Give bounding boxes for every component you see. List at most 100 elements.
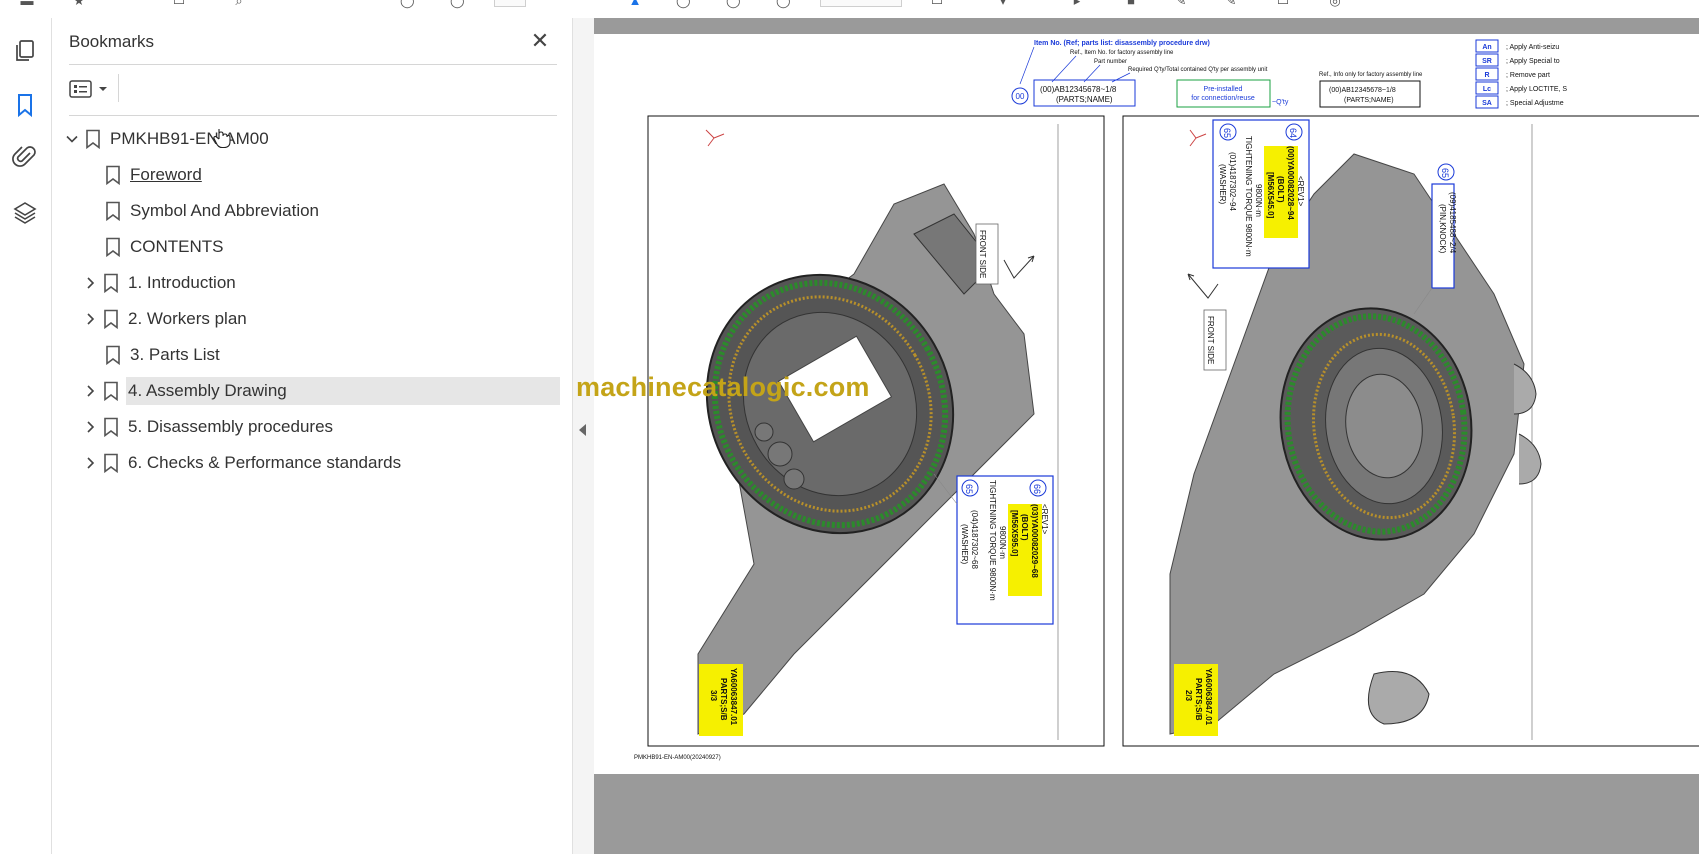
svg-text:9800N·m: 9800N·m: [998, 526, 1007, 559]
highlight-icon[interactable]: ■: [1124, 0, 1138, 8]
close-panel-button[interactable]: ✕: [529, 30, 551, 52]
bookmark-row-root[interactable]: PMKHB91-EN-AM00: [62, 124, 552, 154]
svg-text:(04)4187302~68: (04)4187302~68: [970, 510, 979, 569]
list-options-icon: [69, 80, 92, 98]
star-icon[interactable]: ★: [72, 0, 86, 8]
bookmark-label: CONTENTS: [130, 237, 224, 256]
divider: [118, 74, 119, 102]
front-side-label: FRONT SIDE: [1206, 316, 1215, 364]
hand-tool-icon[interactable]: ◯: [676, 0, 691, 8]
bookmark-icon[interactable]: [10, 90, 40, 120]
bookmark-row-foreword[interactable]: Foreword: [82, 160, 552, 190]
svg-text:<REV1>: <REV1>: [1296, 176, 1305, 207]
divider: [69, 115, 557, 116]
svg-text:TIGHTENING TORQUE 9800N·m: TIGHTENING TORQUE 9800N·m: [1244, 136, 1253, 257]
svg-text:(BOLT): (BOLT): [1020, 514, 1029, 541]
chevron-right-icon[interactable]: [80, 309, 100, 329]
svg-text:(BOLT): (BOLT): [1276, 176, 1285, 203]
pages-icon[interactable]: [10, 36, 40, 66]
bookmark-row-workers-plan[interactable]: 2. Workers plan: [80, 304, 552, 334]
zoom-out-icon[interactable]: ◯: [726, 0, 741, 8]
bookmark-row-contents[interactable]: CONTENTS: [82, 232, 552, 262]
select-tool-icon[interactable]: ▲: [628, 0, 642, 8]
layers-icon[interactable]: [10, 198, 40, 228]
svg-text:PARTS;S/B: PARTS;S/B: [719, 678, 728, 721]
bookmark-row-parts-list[interactable]: 3. Parts List: [82, 340, 552, 370]
rev-label: <REV1>: [1040, 504, 1049, 535]
panel-title: Bookmarks: [69, 32, 155, 51]
svg-text:PARTS;S/B: PARTS;S/B: [1194, 678, 1203, 721]
draw-icon[interactable]: ✎: [1174, 0, 1188, 8]
bookmark-label: 5. Disassembly procedures: [128, 417, 334, 436]
bookmark-row-symbol[interactable]: Symbol And Abbreviation: [82, 196, 552, 226]
legend-part-number: Part number: [1094, 59, 1127, 65]
bookmark-icon: [100, 308, 122, 330]
watermark: machinecatalogic.com: [576, 372, 870, 402]
next-page-icon[interactable]: ◯: [450, 0, 465, 8]
bookmark-label: PMKHB91-EN-AM00: [110, 129, 269, 148]
bookmark-label: 4. Assembly Drawing: [126, 377, 560, 405]
bookmark-row-assembly-drawing[interactable]: 4. Assembly Drawing: [80, 376, 565, 406]
search-icon[interactable]: ⌕: [232, 0, 246, 8]
hand-cursor-icon: [213, 129, 231, 149]
toolbar: ▬ ★ ▭ ⌕ ◯ ◯ ▲ ◯ ◯ ◯ ▭ ▾ ▸ ■ ✎ ✎ ▭ ◎: [0, 0, 1699, 19]
legend-preinstalled-1: Pre-installed: [1204, 86, 1243, 93]
chevron-right-icon[interactable]: [80, 453, 100, 473]
symbol-legend: An ; Apply Anti-seizu SR ; Apply Special t…: [1475, 39, 1567, 109]
comment-icon[interactable]: ▸: [1070, 0, 1084, 8]
assembly-drawing: Item No. (Ref; parts list: disassembly p…: [634, 39, 1699, 761]
attachment-icon[interactable]: [10, 142, 40, 172]
svg-text:64: 64: [1288, 128, 1298, 138]
bookmark-row-introduction[interactable]: 1. Introduction: [80, 268, 552, 298]
svg-text:2/3: 2/3: [1184, 690, 1193, 702]
zoom-field[interactable]: [820, 0, 902, 7]
prev-page-icon[interactable]: ◯: [400, 0, 415, 8]
svg-text:(01)4187302~94: (01)4187302~94: [1228, 152, 1237, 211]
svg-text:SA: SA: [1482, 100, 1492, 107]
svg-text:An: An: [1482, 44, 1491, 51]
bookmark-options-button[interactable]: [69, 76, 111, 102]
svg-text:3/3: 3/3: [709, 690, 718, 702]
chevron-down-icon[interactable]: [62, 129, 82, 149]
svg-text:TIGHTENING TORQUE 9800N·m: TIGHTENING TORQUE 9800N·m: [988, 480, 997, 601]
svg-text:(PIN,KNOCK): (PIN,KNOCK): [1438, 204, 1447, 254]
chevron-right-icon[interactable]: [80, 381, 100, 401]
bookmark-icon: [100, 380, 122, 402]
svg-text:(WASHER): (WASHER): [960, 524, 969, 564]
menu-icon[interactable]: ▬: [20, 0, 34, 8]
bookmark-label: Foreword: [130, 165, 202, 184]
svg-text:; Apply Special to: ; Apply Special to: [1506, 58, 1560, 65]
bookmark-row-checks[interactable]: 6. Checks & Performance standards: [80, 448, 552, 478]
panel-splitter[interactable]: [572, 18, 595, 854]
bookmark-icon: [102, 344, 124, 366]
bookmark-icon: [102, 164, 124, 186]
svg-text:YA60063847.01: YA60063847.01: [729, 668, 738, 726]
share-icon[interactable]: ▭: [1276, 0, 1290, 8]
legend-ref-item: Ref., Item No. for factory assembly line: [1070, 50, 1174, 56]
legend-item-no: Item No. (Ref; parts list: disassembly p…: [1034, 40, 1210, 47]
svg-text:(09)4185488~2/4: (09)4185488~2/4: [1448, 192, 1457, 254]
chevron-right-icon[interactable]: [80, 273, 100, 293]
more-tools-icon[interactable]: ◎: [1328, 0, 1342, 8]
page-number-field[interactable]: [494, 0, 526, 7]
bookmark-label: Symbol And Abbreviation: [130, 201, 320, 220]
chevron-down-icon: [99, 87, 107, 91]
document-viewport[interactable]: Item No. (Ref; parts list: disassembly p…: [594, 18, 1699, 854]
rotate-icon[interactable]: ▾: [996, 0, 1010, 8]
legend-ref-info: Ref., Info only for factory assembly lin…: [1319, 72, 1423, 78]
print-icon[interactable]: ▭: [172, 0, 186, 8]
legend-qty-suffix: ~Q'ty: [1272, 99, 1289, 106]
svg-text:; Remove part: ; Remove part: [1506, 72, 1550, 79]
bookmark-row-disassembly[interactable]: 5. Disassembly procedures: [80, 412, 552, 442]
bookmark-icon: [100, 272, 122, 294]
svg-text:9800N·m: 9800N·m: [1254, 184, 1263, 217]
legend-box2-line2: (PARTS;NAME): [1344, 97, 1394, 104]
fit-width-icon[interactable]: ▭: [930, 0, 944, 8]
legend-box2-line1: (00)AB12345678~1/8: [1329, 87, 1396, 94]
bookmark-label: 3. Parts List: [130, 345, 220, 364]
svg-text:Lc: Lc: [1483, 86, 1491, 93]
sign-icon[interactable]: ✎: [1224, 0, 1238, 8]
collapse-panel-icon[interactable]: [579, 424, 586, 436]
chevron-right-icon[interactable]: [80, 417, 100, 437]
zoom-in-icon[interactable]: ◯: [776, 0, 791, 8]
